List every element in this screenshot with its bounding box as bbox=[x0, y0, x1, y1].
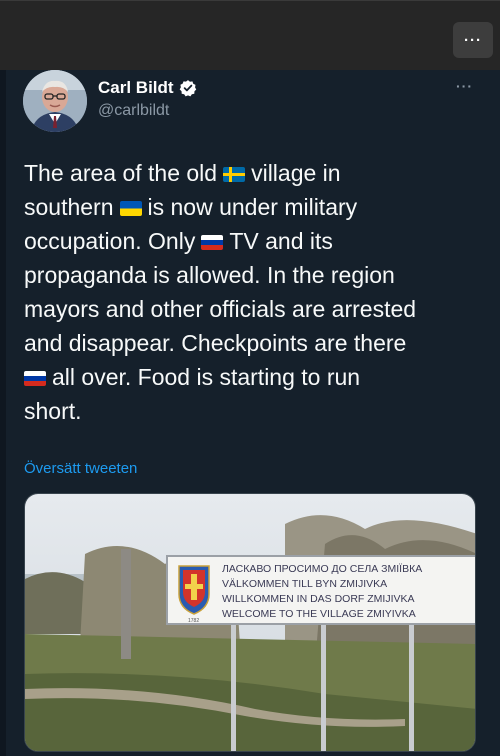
tweet-line-5: mayors and other officials are arrested bbox=[24, 296, 417, 322]
more-options-button[interactable]: ··· bbox=[453, 22, 493, 58]
russia-flag-icon bbox=[24, 371, 46, 386]
verified-badge-icon bbox=[179, 79, 197, 97]
tweet-line-3: occupation. Only TV and its bbox=[24, 228, 333, 254]
tweet-line-1: The area of the old village in bbox=[24, 160, 341, 186]
tweet-line-4: propaganda is allowed. In the region bbox=[24, 262, 395, 288]
author-handle[interactable]: @carlbildt bbox=[98, 102, 169, 120]
tweet-photo[interactable]: 1782 ЛАСКАВО ПРОСИМО ДО СЕЛА ЗМІЇВКА VÄL… bbox=[24, 493, 476, 752]
tweet-line-6: and disappear. Checkpoints are there bbox=[24, 330, 407, 356]
tweet-line-7: all over. Food is starting to run bbox=[24, 360, 480, 394]
tweet-more-icon[interactable]: ··· bbox=[456, 78, 473, 94]
ukraine-flag-icon bbox=[119, 201, 142, 216]
translate-tweet-link[interactable]: Översätt tweeten bbox=[24, 460, 137, 477]
tweet-text: The area of the old village in southern is… bbox=[24, 156, 480, 428]
sign-line-3: WILLKOMMEN IN DAS DORF ZMIJIVKA bbox=[222, 593, 415, 605]
sign-line-2: VÄLKOMMEN TILL BYN ZMIJIVKA bbox=[222, 578, 387, 590]
author-name-text: Carl Bildt bbox=[98, 78, 174, 97]
browser-top-bar: ··· bbox=[0, 0, 500, 70]
russia-flag-icon bbox=[201, 235, 224, 250]
sign-line-1: ЛАСКАВО ПРОСИМО ДО СЕЛА ЗМІЇВКА bbox=[222, 563, 422, 575]
sweden-flag-icon bbox=[223, 167, 246, 182]
left-edge bbox=[0, 70, 6, 756]
sign-line-4: WELCOME TO THE VILLAGE ZMIYIVKA bbox=[222, 608, 416, 620]
author-name[interactable]: Carl Bildt bbox=[98, 78, 197, 98]
tweet-line-8: short. bbox=[24, 398, 82, 424]
tweet-line-2: southern is now under military bbox=[24, 194, 358, 220]
crest-year: 1782 bbox=[188, 618, 199, 624]
avatar[interactable] bbox=[23, 70, 87, 132]
